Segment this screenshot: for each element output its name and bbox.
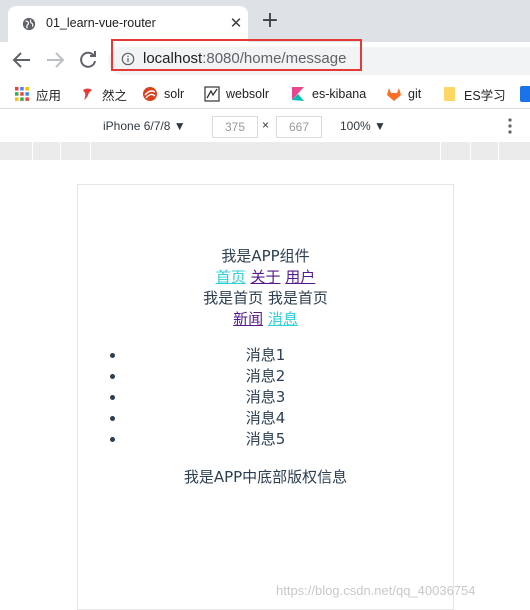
zoom-value: 100% — [340, 119, 371, 133]
device-height-input[interactable]: 667 — [276, 116, 322, 138]
close-tab-icon[interactable]: ✕ — [227, 14, 245, 32]
solr-icon — [143, 87, 157, 101]
bookmark-label: git — [408, 87, 422, 101]
list-item: 消息2 — [78, 366, 453, 387]
bookmark-label: solr — [164, 87, 185, 101]
gitlab-icon — [387, 88, 401, 101]
bookmark-icon — [520, 86, 530, 102]
device-width-input[interactable]: 375 — [212, 116, 258, 138]
more-options-icon[interactable] — [508, 118, 512, 134]
bookmark-solr[interactable]: solr — [142, 85, 184, 103]
zoom-select[interactable]: 100% ▼ — [340, 119, 386, 133]
kibana-icon — [292, 87, 304, 101]
message-text: 消息4 — [245, 409, 286, 427]
subnav-link-news[interactable]: 新闻 — [233, 310, 263, 328]
app-header: 我是APP组件 — [221, 247, 310, 265]
bookmark-git[interactable]: git — [386, 85, 421, 103]
list-item: 消息4 — [78, 408, 453, 429]
list-item: 消息3 — [78, 387, 453, 408]
browser-tab[interactable]: 01_learn-vue-router ✕ — [8, 6, 248, 42]
bullet — [110, 374, 115, 379]
bullet — [110, 395, 115, 400]
bookmark-overflow[interactable] — [520, 85, 530, 103]
apps-grid-icon — [15, 87, 29, 101]
bookmark-label: 然之 — [102, 88, 128, 103]
url-highlight-box — [111, 39, 362, 71]
ruler-tick — [470, 142, 471, 160]
message-text: 消息3 — [245, 388, 286, 406]
forward-arrow-icon[interactable] — [43, 48, 67, 72]
bookmark-label: websolr — [226, 87, 270, 101]
bullet — [110, 353, 115, 358]
globe-icon — [22, 17, 36, 31]
message-text: 消息1 — [245, 346, 286, 364]
folder-icon — [444, 87, 455, 101]
back-arrow-icon[interactable] — [10, 48, 34, 72]
home-subnav: 新闻 消息 — [78, 309, 453, 330]
bookmark-es-study[interactable]: ES学习 — [442, 85, 506, 103]
ruler-tick — [498, 142, 499, 160]
nav-link-about[interactable]: 关于 — [250, 268, 280, 286]
nav-link-home[interactable]: 首页 — [216, 268, 246, 286]
main-nav: 首页 关于 用户 — [78, 267, 453, 288]
device-select[interactable]: iPhone 6/7/8 ▼ — [103, 119, 186, 133]
ruler-tick — [60, 142, 61, 160]
bookmark-label: 应用 — [36, 88, 62, 103]
bookmarks-bar: 应用 然之 solr websolr es-kibana git ES学习 — [0, 78, 530, 108]
message-text: 消息2 — [245, 367, 286, 385]
bookmark-ranzhi[interactable]: 然之 — [80, 85, 127, 103]
dimension-times: × — [262, 118, 270, 132]
new-tab-button[interactable]: + — [260, 10, 280, 32]
tab-title: 01_learn-vue-router — [46, 16, 156, 30]
app-footer: 我是APP中底部版权信息 — [183, 468, 348, 486]
home-content: 我是首页 我是首页 — [203, 289, 328, 307]
bookmark-websolr[interactable]: websolr — [204, 85, 269, 103]
ruler-tick — [32, 142, 33, 160]
bookmark-label: ES学习 — [464, 88, 506, 103]
message-list: 消息1 消息2 消息3 消息4 消息5 — [78, 345, 453, 450]
message-text: 消息5 — [245, 430, 286, 448]
bullet — [110, 437, 115, 442]
bookmark-apps[interactable]: 应用 — [14, 85, 61, 103]
watermark: https://blog.csdn.net/qq_40036754 — [276, 583, 476, 598]
reload-icon[interactable] — [76, 48, 100, 72]
bookmark-label: es-kibana — [312, 87, 367, 101]
tab-strip: 01_learn-vue-router ✕ + — [0, 0, 530, 42]
device-toolbar: iPhone 6/7/8 ▼ × 100% ▼ — [0, 109, 530, 142]
nav-link-user[interactable]: 用户 — [285, 268, 315, 286]
ruler-tick — [440, 142, 441, 160]
subnav-link-message[interactable]: 消息 — [268, 310, 298, 328]
ruler-tick — [90, 142, 91, 160]
list-item: 消息1 — [78, 345, 453, 366]
bullet — [110, 416, 115, 421]
ranzhi-icon — [83, 88, 92, 100]
device-name: iPhone 6/7/8 — [103, 119, 171, 133]
bookmark-es-kibana[interactable]: es-kibana — [290, 85, 366, 103]
websolr-icon — [204, 86, 220, 102]
media-query-ruler[interactable] — [0, 142, 530, 160]
list-item: 消息5 — [78, 429, 453, 450]
